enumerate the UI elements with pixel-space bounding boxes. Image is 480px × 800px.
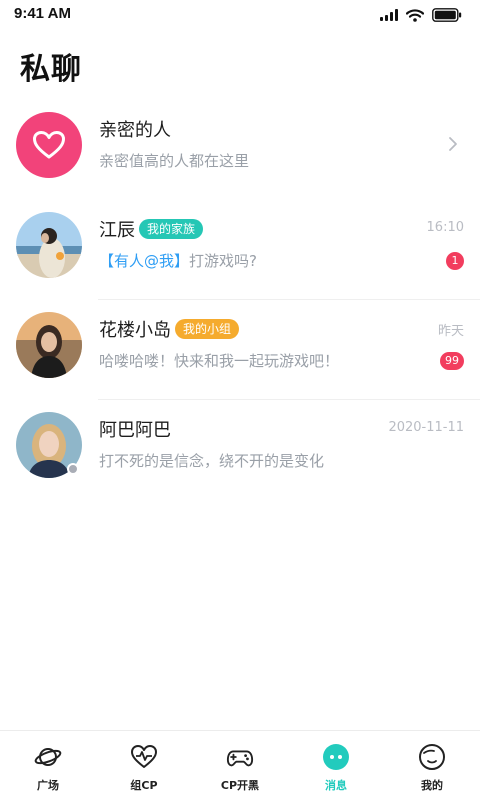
planet-icon xyxy=(34,743,62,771)
signal-icon xyxy=(380,9,398,21)
tab-label: 组CP xyxy=(130,779,158,792)
battery-icon xyxy=(432,8,462,22)
tab-label: 消息 xyxy=(325,779,347,792)
smiley-face-icon xyxy=(418,743,446,771)
intimate-people-item[interactable]: 亲密的人 亲密值高的人都在这里 xyxy=(0,100,480,200)
group-tag: 我的小组 xyxy=(175,319,240,339)
chevron-right-icon xyxy=(449,137,457,151)
avatar xyxy=(16,212,82,278)
unread-badge: 99 xyxy=(440,352,464,370)
tab-cp-gaming[interactable]: CP开黑 xyxy=(192,731,288,800)
status-dot xyxy=(67,463,79,475)
gamepad-icon xyxy=(226,743,254,771)
status-bar: 9:41 AM xyxy=(0,0,480,30)
tab-profile[interactable]: 我的 xyxy=(384,731,480,800)
family-tag: 我的家族 xyxy=(139,219,204,239)
heart-icon xyxy=(33,131,65,159)
heartbeat-icon xyxy=(130,743,158,771)
chat-bubble-icon xyxy=(322,743,350,771)
bottom-tab-bar: 广场 组CP CP开黑 消息 我的 xyxy=(0,730,480,800)
unread-badge: 1 xyxy=(446,252,464,270)
intimate-heart-avatar xyxy=(16,112,82,178)
intimate-title: 亲密的人 xyxy=(99,120,171,141)
tab-label: CP开黑 xyxy=(220,779,260,792)
tab-group-cp[interactable]: 组CP xyxy=(96,731,192,800)
page-title: 私聊 xyxy=(20,52,82,87)
wifi-icon xyxy=(406,8,424,22)
tab-label: 我的 xyxy=(421,779,443,792)
message-time: 16:10 xyxy=(426,220,464,235)
message-time: 昨天 xyxy=(437,324,464,339)
tab-label: 广场 xyxy=(37,779,59,792)
message-preview: 【有人@我】打游戏吗? xyxy=(99,250,257,271)
tab-messages[interactable]: 消息 xyxy=(288,731,384,800)
message-time: 2020-11-11 xyxy=(388,420,464,435)
conversation-list: 亲密的人 亲密值高的人都在这里 江辰 我的家族 16:10 【有人@我】打游戏吗… xyxy=(0,100,480,500)
conversation-item[interactable]: 江辰 我的家族 16:10 【有人@我】打游戏吗? 1 xyxy=(0,200,480,300)
contact-name: 阿巴阿巴 xyxy=(99,420,171,441)
tab-plaza[interactable]: 广场 xyxy=(0,731,96,800)
mention-label: 【有人@我】 xyxy=(99,252,190,270)
status-time: 9:41 AM xyxy=(14,5,71,22)
avatar xyxy=(16,312,82,378)
status-icons xyxy=(380,8,462,22)
contact-name: 花楼小岛 xyxy=(99,320,171,341)
contact-name: 江辰 xyxy=(99,220,135,241)
message-text: 打游戏吗? xyxy=(189,252,257,270)
intimate-subtitle: 亲密值高的人都在这里 xyxy=(99,152,250,170)
conversation-item[interactable]: 花楼小岛 我的小组 昨天 哈喽哈喽！快来和我一起玩游戏吧！ 99 xyxy=(0,300,480,400)
conversation-item[interactable]: 阿巴阿巴 2020-11-11 打不死的是信念，绕不开的是变化 xyxy=(0,400,480,500)
message-preview: 哈喽哈喽！快来和我一起玩游戏吧！ xyxy=(99,352,340,370)
message-preview: 打不死的是信念，绕不开的是变化 xyxy=(99,452,325,470)
